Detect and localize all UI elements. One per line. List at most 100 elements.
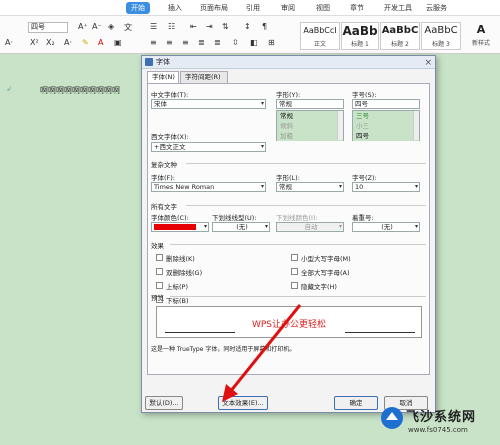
default-button[interactable]: 默认(D)... xyxy=(145,396,183,410)
chevron-down-icon: ▾ xyxy=(260,100,264,107)
char-border-icon[interactable]: ▣ xyxy=(114,38,122,47)
tab-view[interactable]: 视图 xyxy=(316,3,330,13)
clear-format-icon[interactable]: ◈ xyxy=(108,22,114,31)
tab-chapter[interactable]: 章节 xyxy=(350,3,364,13)
sort-icon[interactable]: ↕ xyxy=(244,22,251,31)
hidden-text-checkbox[interactable] xyxy=(291,282,298,289)
tab-page-layout[interactable]: 页面布局 xyxy=(200,3,228,13)
superscript-checkbox[interactable] xyxy=(156,282,163,289)
align-right-icon[interactable]: ≡ xyxy=(182,38,189,47)
list-item[interactable]: 小三 xyxy=(353,121,419,131)
font-size-combo[interactable]: 四号 xyxy=(28,22,68,33)
underline-value: (无) xyxy=(236,223,248,231)
dialog-title-bar: 字体 × xyxy=(142,56,435,69)
preview-label: 预览 xyxy=(151,294,164,302)
font-color-select[interactable]: ▾ xyxy=(151,222,209,232)
small-caps-label: 小型大写字母(M) xyxy=(301,255,351,263)
align-left-icon[interactable]: ≡ xyxy=(150,38,157,47)
superscript-icon[interactable]: X² xyxy=(30,38,39,47)
watermark-url: www.fs0745.com xyxy=(408,426,468,434)
chevron-down-icon: ▾ xyxy=(264,223,268,230)
western-font-select[interactable]: +西文正文 ▾ xyxy=(151,142,266,152)
list-item[interactable]: 倾斜 xyxy=(277,121,343,131)
double-strikethrough-checkbox[interactable] xyxy=(156,268,163,275)
close-icon[interactable]: × xyxy=(424,57,432,69)
complex-size-select[interactable]: 10 ▾ xyxy=(352,182,420,192)
align-center-icon[interactable]: ≡ xyxy=(166,38,173,47)
list-item[interactable]: 三号 xyxy=(353,111,419,121)
subscript-x-icon[interactable]: X₂ xyxy=(46,38,55,47)
shrink-font-icon[interactable]: A⁻ xyxy=(92,22,102,31)
style-normal[interactable]: AaBbCcI 正文 xyxy=(300,22,340,50)
line-spacing-icon[interactable]: ⇳ xyxy=(232,38,239,47)
chevron-down-icon: ▾ xyxy=(203,223,207,230)
tab-references[interactable]: 引用 xyxy=(246,3,260,13)
emphasis-value: (无) xyxy=(381,223,393,231)
complex-font-value: Times New Roman xyxy=(154,183,215,191)
document-text[interactable]: 啊啊啊啊啊啊啊啊啊啊 xyxy=(40,85,120,96)
size-list[interactable]: 三号 小三 四号 xyxy=(352,110,420,141)
numbering-icon[interactable]: ☷ xyxy=(168,22,175,31)
show-marks-icon[interactable]: ¶ xyxy=(262,22,267,31)
complex-style-value: 常规 xyxy=(279,183,292,191)
style-heading-3[interactable]: AaBbC 标题 3 xyxy=(421,22,461,50)
list-item[interactable]: 常规 xyxy=(277,111,343,121)
scrollbar[interactable] xyxy=(413,111,419,140)
tab-review[interactable]: 审阅 xyxy=(281,3,295,13)
distribute-icon[interactable]: ≣ xyxy=(214,38,221,47)
complex-section-label: 复杂文种 xyxy=(151,161,177,169)
list-item[interactable]: 加粗 xyxy=(277,131,343,141)
outdent-icon[interactable]: ⇤ xyxy=(190,22,197,31)
emphasis-select[interactable]: (无) ▾ xyxy=(352,222,420,232)
pinyin-icon[interactable]: 文 xyxy=(124,22,132,33)
tab-developer[interactable]: 开发工具 xyxy=(384,3,412,13)
small-caps-checkbox[interactable] xyxy=(291,254,298,261)
shading-icon[interactable]: ◧ xyxy=(250,38,258,47)
underline-select[interactable]: (无) ▾ xyxy=(212,222,270,232)
tab-home[interactable]: 开始 xyxy=(126,2,150,14)
highlight-icon[interactable]: ✎ xyxy=(82,38,89,47)
subscript-icon[interactable]: A· xyxy=(5,38,13,47)
tab-insert[interactable]: 插入 xyxy=(168,3,182,13)
style-heading-2[interactable]: AaBbC 标题 2 xyxy=(380,22,420,50)
style-heading-1[interactable]: AaBb 标题 1 xyxy=(341,22,379,50)
scrollbar[interactable] xyxy=(337,111,343,140)
tab-cloud[interactable]: 云服务 xyxy=(426,3,447,13)
chinese-font-select[interactable]: 宋体 ▾ xyxy=(151,99,266,109)
tab-character-spacing[interactable]: 字符间距(R) xyxy=(180,71,228,83)
font-tab-panel: 中文字体(T): 宋体 ▾ 字形(Y): 常规 常规 倾斜 加粗 字号(S): … xyxy=(147,83,430,375)
grow-font-icon[interactable]: A⁺ xyxy=(78,22,88,31)
complex-font-select[interactable]: Times New Roman ▾ xyxy=(151,182,266,192)
new-style-icon: A xyxy=(476,23,486,36)
strikethrough-checkbox[interactable] xyxy=(156,254,163,261)
emphasis-label: 着重号: xyxy=(352,214,374,222)
complex-size-label: 字号(Z): xyxy=(352,174,377,182)
effects-section-label: 效果 xyxy=(151,242,164,250)
text-direction-icon[interactable]: ⇅ xyxy=(222,22,229,31)
ribbon-tab-bar: 开始 插入 页面布局 引用 审阅 视图 章节 开发工具 云服务 xyxy=(0,0,500,16)
indent-icon[interactable]: ⇥ xyxy=(206,22,213,31)
size-input[interactable]: 四号 xyxy=(352,99,420,109)
bullets-icon[interactable]: ☰ xyxy=(150,22,157,31)
underline-color-label: 下划线颜色(I): xyxy=(276,214,318,222)
ok-button[interactable]: 确定 xyxy=(334,396,378,410)
new-style-button[interactable]: A 新样式 xyxy=(466,22,496,50)
text-effects-button[interactable]: 文本效果(E)... xyxy=(218,396,268,410)
font-effect-icon[interactable]: A· xyxy=(64,38,72,47)
complex-style-select[interactable]: 常规 ▾ xyxy=(276,182,344,192)
style-list[interactable]: 常规 倾斜 加粗 xyxy=(276,110,344,141)
underline-color-value: 自动 xyxy=(304,223,318,231)
all-caps-checkbox[interactable] xyxy=(291,268,298,275)
preview-box: WPS让办公更轻松 xyxy=(156,306,422,338)
list-item[interactable]: 四号 xyxy=(353,131,419,141)
font-note: 这是一种 TrueType 字体，同时适用于屏幕和打印机。 xyxy=(151,346,296,353)
font-color-icon[interactable]: A xyxy=(98,38,103,47)
chevron-down-icon: ▾ xyxy=(414,223,418,230)
style-input[interactable]: 常规 xyxy=(276,99,344,109)
baseline-left xyxy=(165,332,235,333)
underline-color-select: 自动 ▾ xyxy=(276,222,344,232)
borders-icon[interactable]: ⊞ xyxy=(268,38,275,47)
chinese-font-value: 宋体 xyxy=(154,100,167,108)
strikethrough-label: 删除线(K) xyxy=(166,255,195,263)
justify-icon[interactable]: ≣ xyxy=(198,38,205,47)
